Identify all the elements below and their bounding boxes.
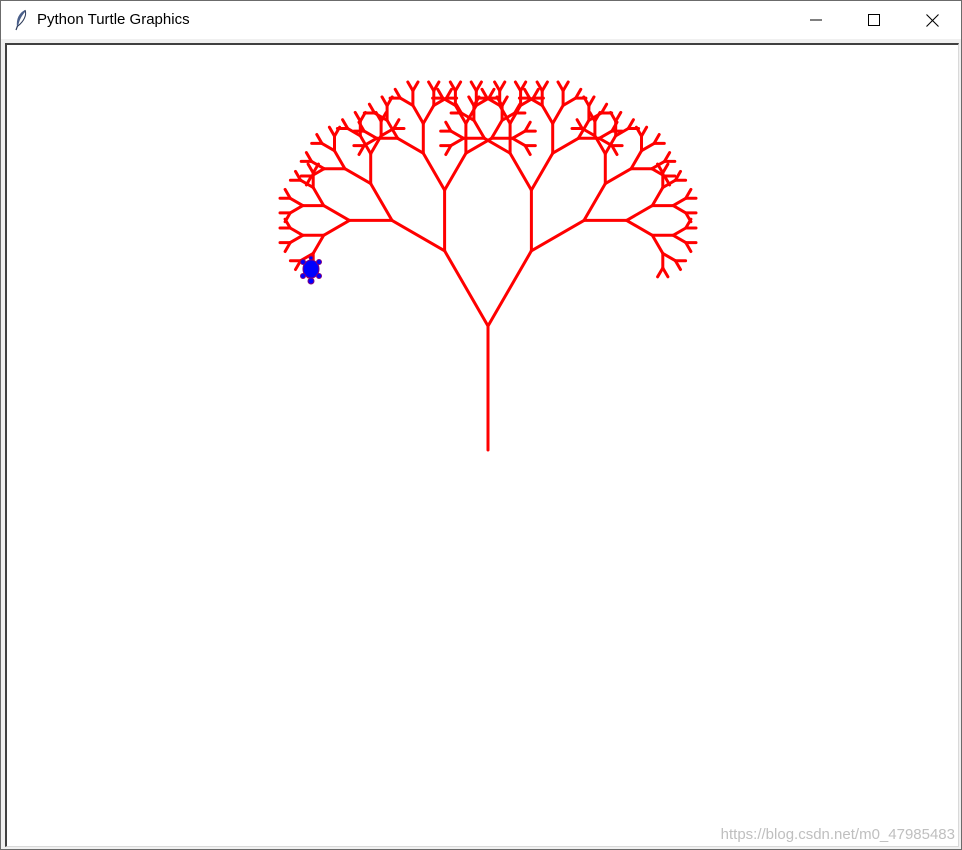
branch-stroke [288, 226, 305, 237]
branch-stroke [640, 141, 656, 153]
title-bar[interactable]: Python Turtle Graphics [1, 1, 961, 39]
branch-stroke [333, 149, 347, 171]
branch-stroke [311, 233, 326, 255]
branch-stroke [380, 95, 389, 108]
branch-stroke [449, 136, 465, 148]
branch-stroke [551, 103, 565, 125]
branch-stroke [411, 103, 425, 125]
branch-stroke [390, 218, 447, 253]
branch-stroke [625, 218, 654, 237]
branch-stroke [625, 204, 654, 222]
branch-stroke [362, 129, 379, 140]
maximize-icon [868, 14, 880, 26]
branch-stroke [671, 226, 688, 237]
canvas-frame [5, 43, 959, 847]
branch-stroke [379, 127, 396, 138]
branch-stroke [406, 80, 415, 93]
branch-stroke [288, 196, 305, 208]
branch-stroke [322, 204, 351, 222]
branch-stroke [511, 129, 527, 140]
branch-stroke [490, 118, 504, 140]
branch-stroke [513, 80, 523, 93]
branch-stroke [508, 151, 533, 192]
branch-stroke [650, 186, 665, 208]
branch-stroke [322, 218, 351, 237]
feather-icon [15, 9, 27, 31]
branch-stroke [650, 233, 665, 255]
turtle-window: Python Turtle Graphics https://blog.csdn… [0, 0, 962, 850]
branch-stroke [443, 249, 490, 328]
branch-stroke [306, 162, 315, 175]
branch-stroke [551, 136, 580, 155]
branch-stroke [671, 233, 688, 245]
window-title: Python Turtle Graphics [37, 11, 190, 28]
branch-stroke [529, 151, 555, 192]
turtle-canvas[interactable] [9, 47, 958, 846]
branch-stroke [561, 96, 578, 107]
turtle-drawing [278, 80, 698, 452]
watermark-text: https://blog.csdn.net/m0_47985483 [720, 826, 955, 843]
branch-stroke [320, 141, 336, 153]
branch-stroke [661, 266, 670, 279]
branch-stroke [472, 118, 486, 140]
branch-stroke [421, 103, 436, 125]
close-button[interactable] [903, 1, 961, 39]
minimize-icon [810, 19, 822, 21]
branch-stroke [464, 136, 494, 155]
branch-stroke [343, 167, 373, 186]
branch-stroke [529, 218, 586, 253]
branch-stroke [511, 136, 527, 148]
branch-stroke [311, 186, 326, 208]
branch-stroke [288, 233, 305, 245]
branch-stroke [540, 103, 555, 125]
branch-stroke [603, 167, 633, 186]
branch-stroke [396, 136, 425, 155]
branch-stroke [582, 182, 607, 222]
branch-stroke [369, 182, 394, 222]
branch-stroke [449, 129, 465, 140]
branch-stroke [353, 110, 362, 123]
branch-stroke [421, 151, 447, 192]
branch-stroke [288, 204, 305, 215]
branch-stroke [427, 80, 436, 93]
maximize-button[interactable] [845, 1, 903, 39]
branch-stroke [597, 129, 614, 140]
minimize-button[interactable] [787, 1, 845, 39]
branch-stroke [671, 196, 688, 208]
branch-stroke [443, 151, 468, 192]
branch-stroke [486, 249, 533, 328]
branch-stroke [661, 251, 677, 263]
branch-stroke [467, 95, 476, 108]
branch-stroke [671, 204, 688, 215]
turtle-cursor-icon [300, 255, 322, 285]
branch-stroke [469, 80, 478, 93]
branch-stroke [556, 80, 565, 93]
branch-stroke [327, 125, 336, 138]
close-icon [925, 13, 939, 27]
branch-stroke [398, 96, 415, 107]
branch-stroke [629, 149, 643, 171]
